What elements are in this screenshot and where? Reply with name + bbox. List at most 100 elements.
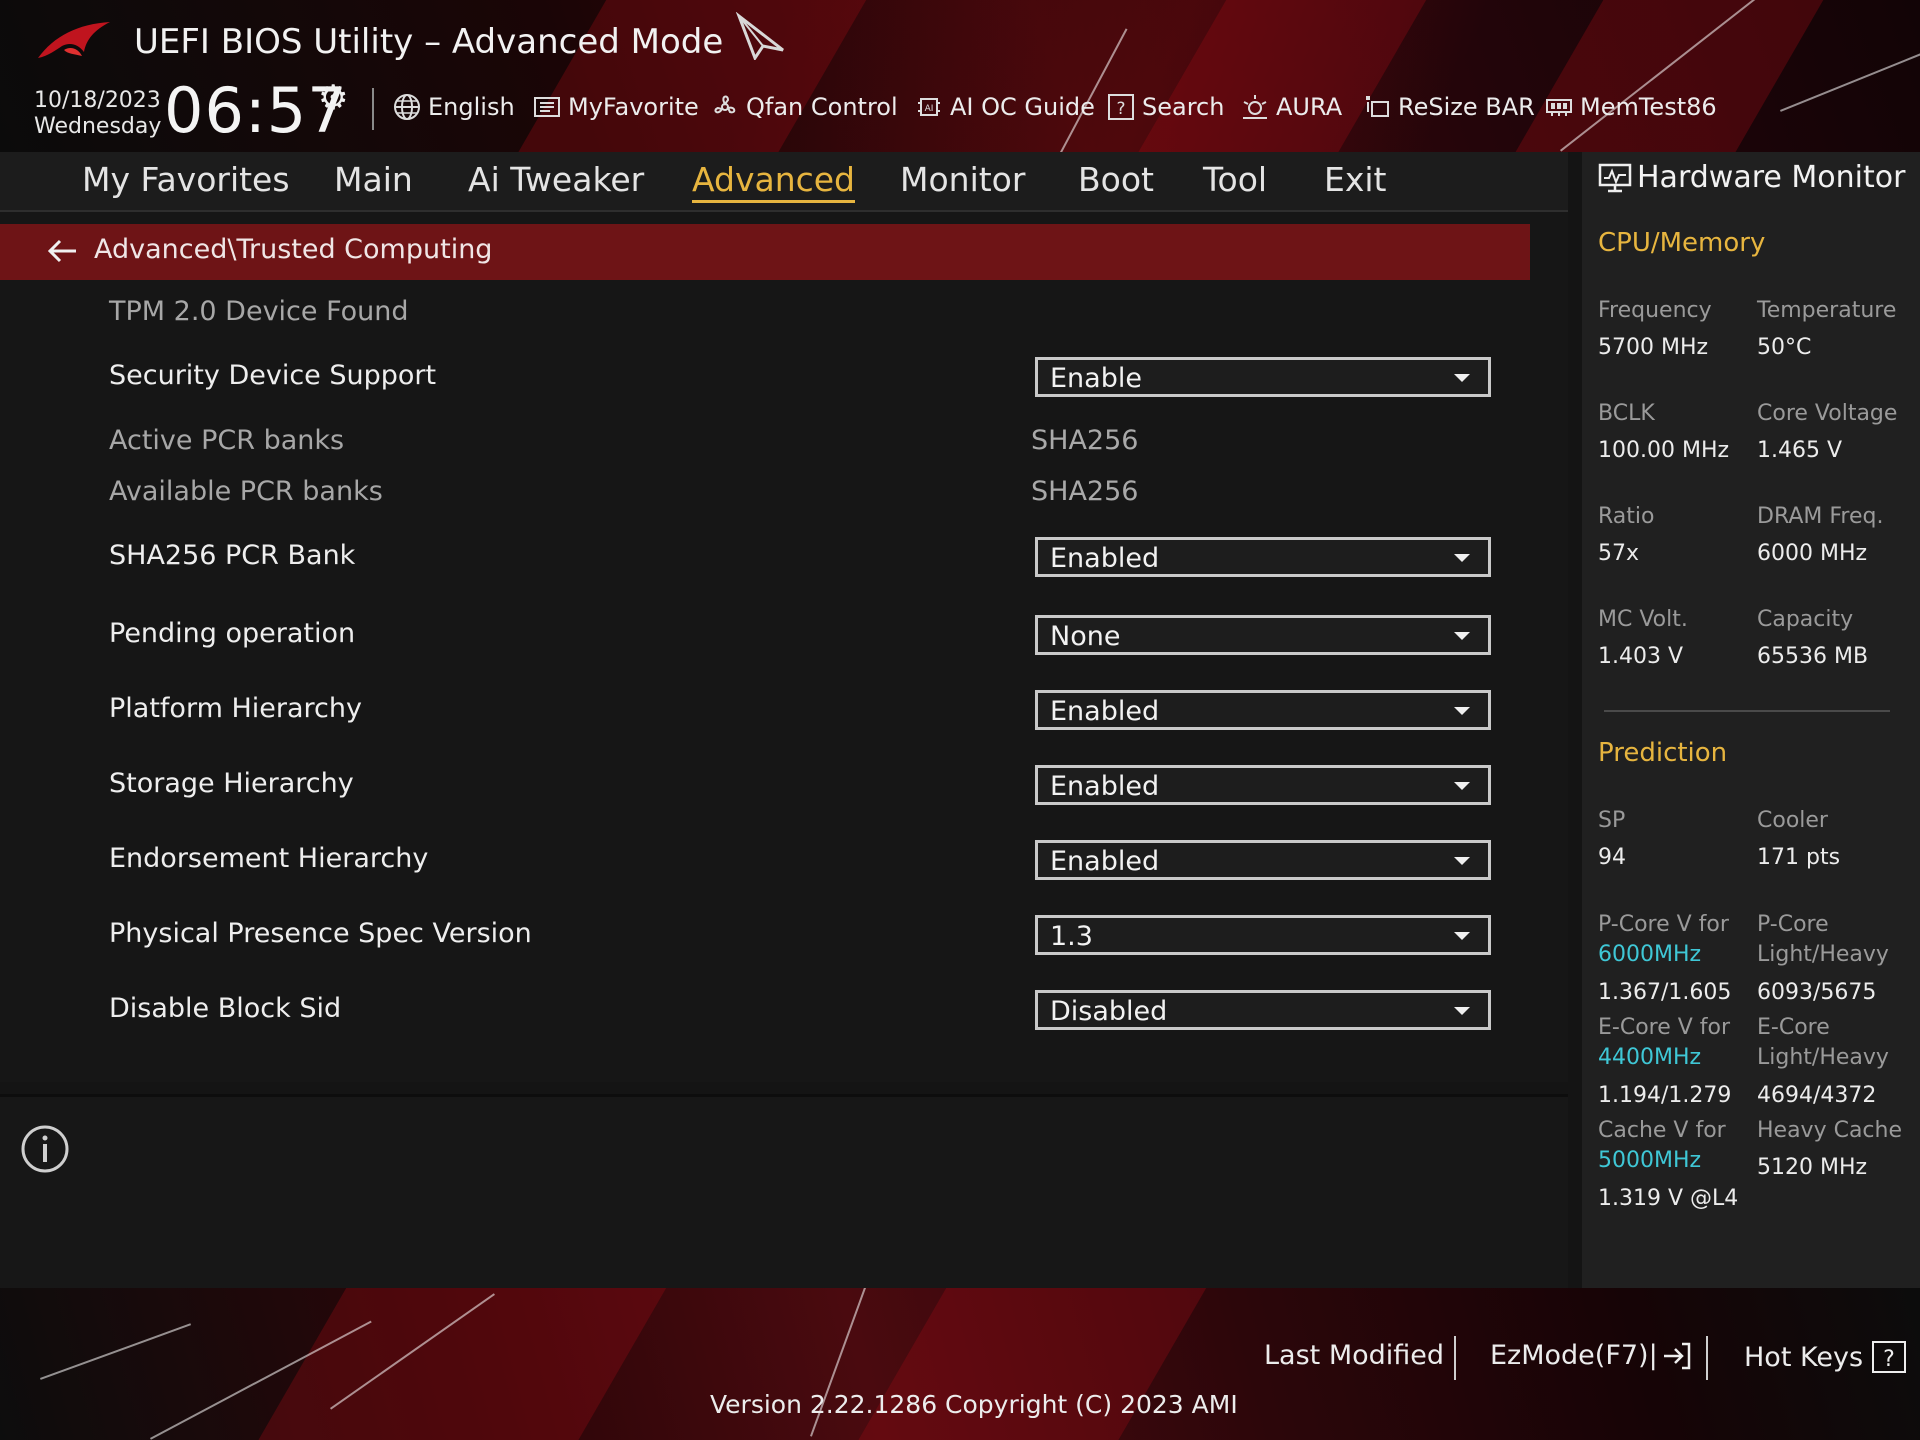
pcore-v-label: P-Core V for [1598, 912, 1729, 937]
pending-operation-dropdown[interactable]: None [1035, 615, 1491, 655]
header-decoration [1128, 0, 1432, 152]
version-text: Version 2.22.1286 Copyright (C) 2023 AMI [710, 1390, 1238, 1419]
cpu-memory-section: CPU/Memory [1598, 228, 1766, 258]
available-pcr-value: SHA256 [1031, 476, 1139, 507]
chevron-down-icon [1454, 857, 1470, 865]
setting-label[interactable]: Disable Block Sid [109, 993, 341, 1024]
endorsement-hierarchy-dropdown[interactable]: Enabled [1035, 840, 1491, 880]
pcore-lh-label: P-Core [1757, 912, 1829, 937]
ecore-lh-label: E-Core [1757, 1015, 1830, 1040]
setting-label[interactable]: SHA256 PCR Bank [109, 540, 355, 571]
physical-presence-spec-dropdown[interactable]: 1.3 [1035, 915, 1491, 955]
breadcrumb: Advanced\Trusted Computing [94, 234, 493, 265]
frequency-label: Frequency [1598, 298, 1712, 323]
aura-button[interactable]: AURA [1240, 90, 1342, 124]
setting-label[interactable]: Storage Hierarchy [109, 768, 354, 799]
capacity-label: Capacity [1757, 607, 1854, 632]
sp-label: SP [1598, 808, 1626, 833]
heavy-cache-value: 5120 MHz [1757, 1155, 1868, 1180]
tab-my-favorites[interactable]: My Favorites [82, 160, 290, 199]
tab-main[interactable]: Main [334, 160, 413, 199]
cooler-label: Cooler [1757, 808, 1828, 833]
myfavorite-button[interactable]: MyFavorite [532, 90, 699, 124]
mc-volt-label: MC Volt. [1598, 607, 1688, 632]
chevron-down-icon [1454, 932, 1470, 940]
ai-oc-guide-label: AI OC Guide [950, 93, 1095, 121]
fan-icon [714, 95, 736, 114]
dram-freq-value: 6000 MHz [1757, 541, 1868, 566]
temperature-label: Temperature [1757, 298, 1897, 323]
header-streak [1780, 35, 1920, 112]
setting-label[interactable]: Security Device Support [109, 360, 436, 391]
dropdown-value: Enabled [1050, 696, 1160, 727]
ecore-v-value: 1.194/1.279 [1598, 1083, 1732, 1108]
temperature-value: 50°C [1757, 335, 1812, 360]
chevron-down-icon [1454, 374, 1470, 382]
myfavorite-label: MyFavorite [568, 93, 699, 121]
tab-boot[interactable]: Boot [1078, 160, 1154, 199]
qfan-control-button[interactable]: Qfan Control [710, 90, 898, 124]
ecore-lh-label-2: Light/Heavy [1757, 1045, 1889, 1070]
storage-hierarchy-dropdown[interactable]: Enabled [1035, 765, 1491, 805]
footer-decoration [248, 1288, 672, 1440]
search-button[interactable]: ? Search [1106, 90, 1224, 124]
app-title: UEFI BIOS Utility – Advanced Mode [134, 22, 724, 62]
setting-label[interactable]: Endorsement Hierarchy [109, 843, 428, 874]
last-modified-button[interactable]: Last Modified [1264, 1340, 1444, 1371]
bclk-value: 100.00 MHz [1598, 438, 1730, 463]
tab-ai-tweaker[interactable]: Ai Tweaker [468, 160, 644, 199]
language-button[interactable]: English [392, 90, 515, 124]
tab-monitor[interactable]: Monitor [900, 160, 1025, 199]
memtest86-button[interactable]: MemTest86 [1544, 90, 1717, 124]
hardware-monitor-title: Hardware Monitor [1637, 160, 1906, 195]
help-panel [0, 1094, 1568, 1291]
resize-bar-button[interactable]: ReSize BAR [1362, 90, 1535, 124]
aura-label: AURA [1276, 93, 1343, 121]
ai-oc-guide-button[interactable]: AI AI OC Guide [914, 90, 1095, 124]
rog-logo-icon [38, 22, 110, 58]
setting-label[interactable]: Physical Presence Spec Version [109, 918, 532, 949]
disable-block-sid-dropdown[interactable]: Disabled [1035, 990, 1491, 1030]
divider [1604, 710, 1890, 712]
hot-keys-label: Hot Keys [1744, 1341, 1864, 1373]
footer-divider [1706, 1336, 1708, 1380]
cache-v-value: 1.319 V @L4 [1598, 1186, 1739, 1211]
tab-tool[interactable]: Tool [1203, 160, 1267, 199]
dropdown-value: Enable [1050, 363, 1142, 394]
exit-arrow-icon [1663, 1342, 1690, 1369]
footer-streak [40, 1323, 192, 1380]
header-divider [372, 88, 374, 130]
ezmode-button[interactable]: EzMode(F7)| [1490, 1340, 1692, 1371]
capacity-value: 65536 MB [1757, 644, 1869, 669]
svg-text:AI: AI [925, 104, 934, 114]
chevron-down-icon [1454, 554, 1470, 562]
setting-label[interactable]: Platform Hierarchy [109, 693, 362, 724]
svg-text:?: ? [1883, 1347, 1895, 1372]
pcore-v-freq: 6000MHz [1598, 942, 1702, 967]
resize-bar-label: ReSize BAR [1398, 93, 1535, 121]
tpm-status-text: TPM 2.0 Device Found [109, 296, 409, 327]
qfan-label: Qfan Control [746, 93, 898, 121]
setting-label[interactable]: Pending operation [109, 618, 355, 649]
footer-divider [1454, 1336, 1456, 1380]
platform-hierarchy-dropdown[interactable]: Enabled [1035, 690, 1491, 730]
gear-icon[interactable]: ⚙ [318, 78, 348, 118]
frequency-value: 5700 MHz [1598, 335, 1709, 360]
core-voltage-label: Core Voltage [1757, 401, 1898, 426]
pcore-v-value: 1.367/1.605 [1598, 980, 1732, 1005]
back-arrow-icon[interactable] [46, 236, 80, 266]
cursor-pointer-icon [735, 12, 784, 60]
svg-text:?: ? [1116, 99, 1125, 119]
hot-keys-button[interactable]: Hot Keys ? [1744, 1340, 1907, 1374]
tab-exit[interactable]: Exit [1324, 160, 1387, 199]
core-voltage-value: 1.465 V [1757, 438, 1843, 463]
tab-advanced[interactable]: Advanced [692, 160, 856, 203]
ratio-label: Ratio [1598, 504, 1655, 529]
sha256-pcr-bank-dropdown[interactable]: Enabled [1035, 537, 1491, 577]
help-search-icon: ? [1108, 94, 1134, 120]
main-menu-bar: My Favorites Main Ai Tweaker Advanced Mo… [0, 152, 1568, 212]
security-device-support-dropdown[interactable]: Enable [1035, 357, 1491, 397]
bclk-label: BCLK [1598, 401, 1655, 426]
ecore-v-label: E-Core V for [1598, 1015, 1731, 1040]
active-pcr-label: Active PCR banks [109, 425, 345, 456]
